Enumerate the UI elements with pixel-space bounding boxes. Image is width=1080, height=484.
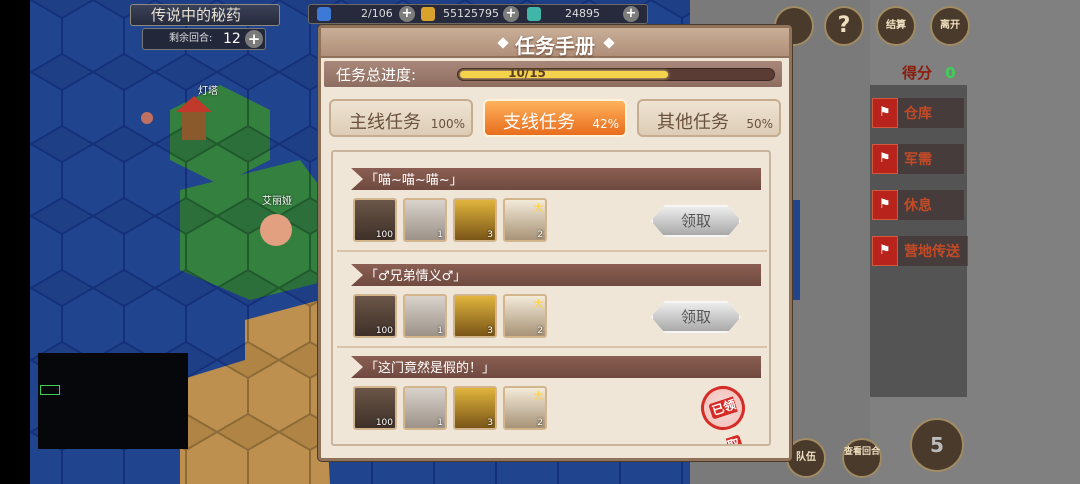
flag-icon: ⚑ xyxy=(872,98,898,128)
view-turn-button[interactable]: 查看回合 xyxy=(842,438,882,478)
side-item-label: 仓库 xyxy=(904,106,932,122)
minimap-viewport xyxy=(40,385,60,395)
quest-handbook-dialog: 任务手册 任务总进度: 10/15 主线任务 100% 支线任务 42% 其他任… xyxy=(318,25,792,461)
add-stamina-button[interactable]: + xyxy=(399,6,415,22)
settle-button[interactable]: 结算 xyxy=(876,6,916,46)
map-title: 传说中的秘药 xyxy=(151,6,242,24)
tab-label: 支线任务 xyxy=(503,112,575,133)
score-display: 得分 0 xyxy=(902,62,956,83)
help-button[interactable]: ? xyxy=(824,6,864,46)
flag-icon: ⚑ xyxy=(872,190,898,220)
side-item-warehouse[interactable]: ⚑ 仓库 xyxy=(872,98,964,128)
tab-percent: 100% xyxy=(430,117,465,131)
tab-label: 主线任务 xyxy=(349,112,421,133)
quest-name: 「这门竟然是假的！」 xyxy=(365,361,496,376)
remaining-turns-panel: 剩余回合: 12 + xyxy=(142,28,266,50)
gold-value: 55125795 xyxy=(443,7,499,20)
claimed-stamp: 已领取 xyxy=(695,380,751,444)
side-item-rest[interactable]: ⚑ 休息 xyxy=(872,190,964,220)
scroll-icon[interactable]: 1 xyxy=(403,294,447,338)
quest-item: 「♂兄弟情义♂」 100 1 3 大2 领取 xyxy=(337,256,767,348)
claimed-label: 已领取 xyxy=(708,396,744,444)
flag-icon: ⚑ xyxy=(872,144,898,174)
add-turns-button[interactable]: + xyxy=(245,30,263,48)
dialog-title: 任务手册 xyxy=(515,34,595,58)
treasure-chest-icon[interactable]: 3 xyxy=(453,386,497,430)
add-gold-button[interactable]: + xyxy=(503,6,519,22)
crystal-bundle-icon[interactable]: 100 xyxy=(353,198,397,242)
star-scroll-icon[interactable]: 大2 xyxy=(503,294,547,338)
side-item-supplies[interactable]: ⚑ 军需 xyxy=(872,144,964,174)
star-scroll-icon[interactable]: 大2 xyxy=(503,198,547,242)
total-progress-row: 任务总进度: 10/15 xyxy=(324,61,782,87)
resource-bar: 2/106 + 55125795 + 24895 + xyxy=(308,4,648,24)
quest-list[interactable]: 「喵~喵~喵~」 100 1 3 大2 领取 「♂兄弟情义♂」 100 1 3 … xyxy=(331,150,771,446)
flag-icon: ⚑ xyxy=(872,236,898,266)
quest-item: 「这门竟然是假的！」 100 1 3 大2 已领取 xyxy=(337,348,767,444)
gem-icon xyxy=(527,7,541,21)
add-gem-button[interactable]: + xyxy=(623,6,639,22)
side-item-label: 休息 xyxy=(904,198,932,214)
lighthouse-icon xyxy=(182,110,206,140)
tab-label: 其他任务 xyxy=(657,112,729,133)
turns-label: 剩余回合: xyxy=(169,33,213,44)
lighthouse-label: 灯塔 xyxy=(198,86,218,97)
minimap[interactable] xyxy=(38,353,188,449)
claim-button[interactable]: 领取 xyxy=(651,205,741,237)
tab-main-quests[interactable]: 主线任务 100% xyxy=(329,99,473,137)
quest-item: 「喵~喵~喵~」 100 1 3 大2 领取 xyxy=(337,160,767,252)
star-scroll-icon[interactable]: 大2 xyxy=(503,386,547,430)
lightning-icon xyxy=(317,7,331,21)
claim-button[interactable]: 领取 xyxy=(651,301,741,333)
quest-list-scrollbar[interactable] xyxy=(769,302,771,422)
scroll-icon[interactable]: 1 xyxy=(403,198,447,242)
treasure-chest-icon[interactable]: 3 xyxy=(453,198,497,242)
side-item-label: 军需 xyxy=(904,152,932,168)
quest-name: 「喵~喵~喵~」 xyxy=(365,173,463,188)
tab-other-quests[interactable]: 其他任务 50% xyxy=(637,99,781,137)
turns-value: 12 xyxy=(223,31,241,47)
scroll-icon[interactable]: 1 xyxy=(403,386,447,430)
gem-value: 24895 xyxy=(565,7,600,20)
crystal-bundle-icon[interactable]: 100 xyxy=(353,294,397,338)
dialog-header: 任务手册 xyxy=(321,28,789,58)
crystal-bundle-icon[interactable]: 100 xyxy=(353,386,397,430)
score-label: 得分 xyxy=(902,64,933,82)
tab-percent: 50% xyxy=(746,117,773,131)
leave-button[interactable]: 离开 xyxy=(930,6,970,46)
score-value: 0 xyxy=(945,64,956,82)
attack-button[interactable]: 5 xyxy=(910,418,964,472)
game-screen: { "hud": { "map_title": "传说中的秘药", "turns… xyxy=(0,0,1080,484)
map-title-banner: 传说中的秘药 xyxy=(130,4,280,26)
side-item-label: 营地传送 xyxy=(904,244,960,260)
stamina-value: 2/106 xyxy=(361,7,393,20)
gold-ingot-icon xyxy=(421,7,435,21)
quest-name: 「♂兄弟情义♂」 xyxy=(365,269,467,284)
progress-text: 10/15 xyxy=(508,66,546,80)
tab-side-quests[interactable]: 支线任务 42% xyxy=(483,99,627,137)
player-name-label: 艾丽娅 xyxy=(262,196,292,207)
team-button[interactable]: 队伍 xyxy=(786,438,826,478)
progress-label: 任务总进度: xyxy=(336,66,417,84)
hero-avatar-icon xyxy=(260,214,292,246)
treasure-chest-icon[interactable]: 3 xyxy=(453,294,497,338)
side-item-teleport[interactable]: ⚑ 营地传送 xyxy=(872,236,968,266)
tab-percent: 42% xyxy=(592,117,619,131)
